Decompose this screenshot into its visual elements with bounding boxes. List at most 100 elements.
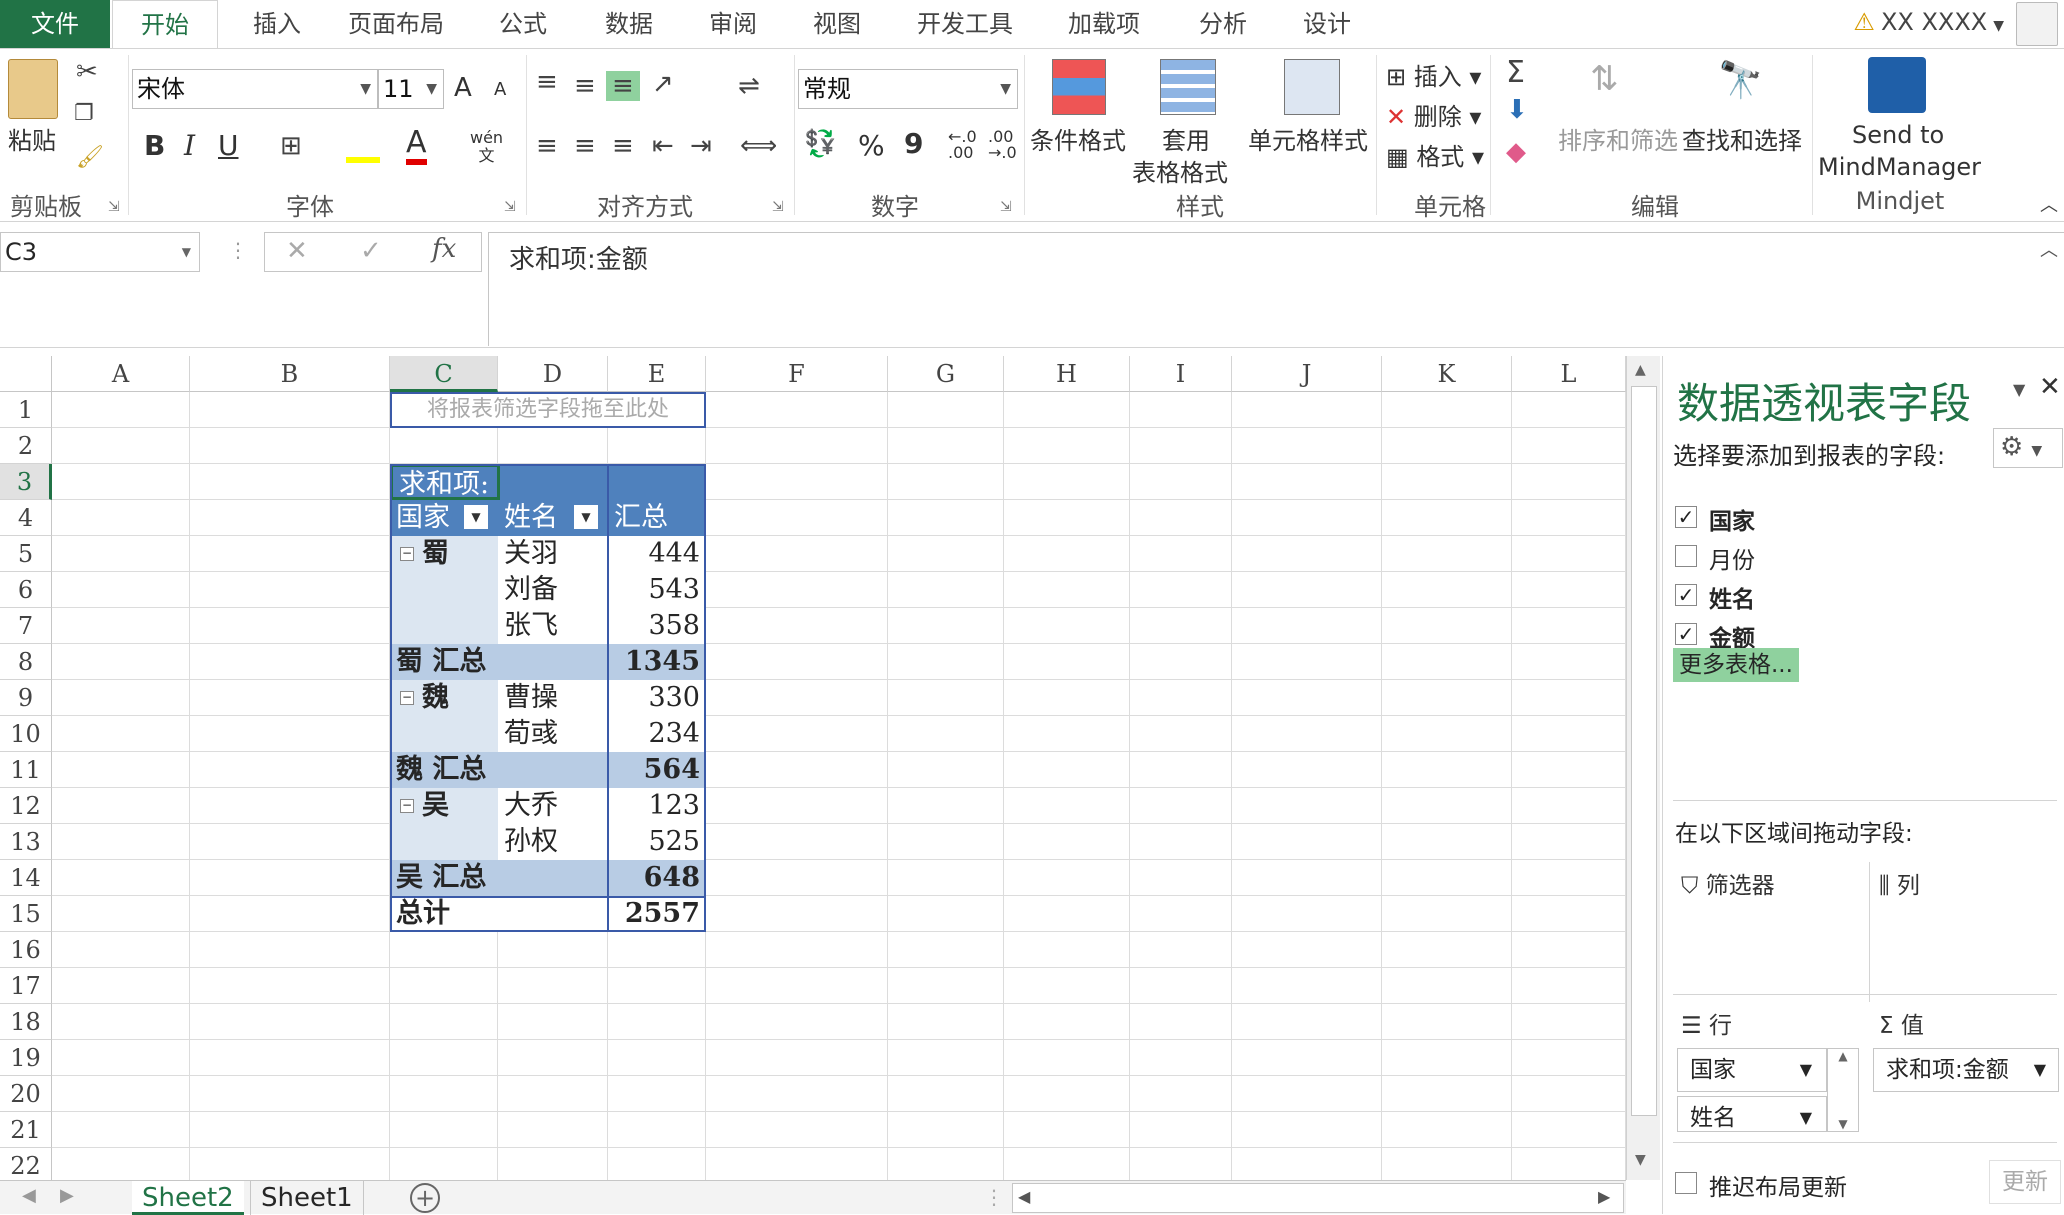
wrap-text-icon[interactable]: ⇌: [738, 71, 760, 101]
format-painter-icon[interactable]: 🖌: [76, 145, 104, 170]
percent-button[interactable]: %: [858, 129, 885, 162]
row-header-3[interactable]: 3: [0, 464, 52, 500]
collapse-ribbon-icon[interactable]: ︿: [2040, 191, 2058, 217]
row-header-9[interactable]: 9: [0, 680, 52, 716]
paste-icon[interactable]: [8, 59, 58, 119]
prev-sheet-icon[interactable]: ◀: [22, 1185, 36, 1206]
sort-filter-icon[interactable]: ⇅: [1590, 59, 1619, 99]
column-header-d[interactable]: D: [498, 356, 608, 392]
send-to-mindmanager-line1[interactable]: Send to: [1852, 121, 1944, 149]
tab-design[interactable]: 设计: [1282, 0, 1372, 48]
column-header-b[interactable]: B: [190, 356, 390, 392]
tab-developer[interactable]: 开发工具: [900, 0, 1030, 48]
rows-scrollbar[interactable]: ▲ ▼: [1827, 1048, 1859, 1132]
delete-cells-button[interactable]: ✕ 删除 ▾: [1386, 97, 1481, 132]
row-header-11[interactable]: 11: [0, 752, 52, 788]
cell-style-icon[interactable]: [1284, 59, 1340, 115]
cancel-icon[interactable]: ✕: [286, 236, 308, 266]
row-header-6[interactable]: 6: [0, 572, 52, 608]
font-color-icon[interactable]: A: [406, 127, 427, 165]
send-to-mindmanager-line2[interactable]: MindManager: [1818, 153, 1981, 181]
tab-analyze[interactable]: 分析: [1178, 0, 1268, 48]
sheet-tab-sheet1[interactable]: Sheet1: [250, 1181, 364, 1215]
phonetic-button[interactable]: wén 文: [470, 129, 503, 165]
column-header-l[interactable]: L: [1512, 356, 1626, 392]
row-header-20[interactable]: 20: [0, 1076, 52, 1112]
row-header-22[interactable]: 22: [0, 1148, 52, 1180]
field-checkbox[interactable]: ✓: [1675, 506, 1697, 528]
underline-button[interactable]: U: [218, 129, 239, 162]
field-label[interactable]: 国家: [1709, 502, 1755, 536]
enter-icon[interactable]: ✓: [360, 236, 382, 266]
align-bottom-icon[interactable]: ≡: [606, 71, 640, 101]
column-header-a[interactable]: A: [52, 356, 190, 392]
gear-icon[interactable]: ⚙ ▼: [1993, 428, 2063, 468]
next-sheet-icon[interactable]: ▶: [60, 1185, 74, 1206]
tab-formulas[interactable]: 公式: [478, 0, 568, 48]
defer-update-checkbox[interactable]: [1675, 1172, 1697, 1194]
more-tables-link[interactable]: 更多表格...: [1673, 648, 1799, 682]
row-field-name[interactable]: 姓名 ▼: [1677, 1096, 1827, 1132]
format-cells-button[interactable]: ▦ 格式 ▾: [1386, 137, 1484, 172]
number-format-select[interactable]: 常规 ▼: [798, 69, 1018, 109]
row-header-12[interactable]: 12: [0, 788, 52, 824]
sort-filter-button[interactable]: 排序和筛选: [1558, 121, 1678, 156]
row-header-10[interactable]: 10: [0, 716, 52, 752]
column-header-h[interactable]: H: [1004, 356, 1130, 392]
conditional-format-icon[interactable]: [1052, 59, 1106, 115]
column-header-g[interactable]: G: [888, 356, 1004, 392]
row-header-15[interactable]: 15: [0, 896, 52, 932]
insert-cells-button[interactable]: ⊞ 插入 ▾: [1386, 57, 1481, 92]
tab-file[interactable]: 文件: [0, 0, 110, 48]
font-name-select[interactable]: 宋体 ▼: [132, 69, 378, 109]
pane-options-icon[interactable]: ▼: [2013, 380, 2025, 399]
insert-function-icon[interactable]: fx: [432, 234, 456, 264]
font-grow-button[interactable]: A: [454, 73, 472, 103]
user-account[interactable]: ⚠ XX XXXX ▼: [1853, 8, 2004, 36]
italic-button[interactable]: I: [184, 129, 195, 162]
increase-indent-icon[interactable]: ⇥: [690, 131, 712, 161]
font-size-select[interactable]: 11 ▼: [378, 69, 444, 109]
autosum-icon[interactable]: Σ: [1506, 55, 1525, 90]
collapse-formula-icon[interactable]: ︿: [2040, 236, 2058, 262]
column-header-j[interactable]: J: [1232, 356, 1382, 392]
align-middle-icon[interactable]: ≡: [574, 71, 596, 101]
find-binoculars-icon[interactable]: 🔭: [1718, 59, 1763, 101]
field-checkbox[interactable]: ✓: [1675, 584, 1697, 606]
row-header-1[interactable]: 1: [0, 392, 52, 428]
fill-icon[interactable]: ⬇: [1506, 95, 1528, 125]
row-header-13[interactable]: 13: [0, 824, 52, 860]
cut-icon[interactable]: ✂: [76, 57, 98, 87]
table-format-button-line2[interactable]: 表格格式: [1132, 153, 1228, 188]
tab-insert[interactable]: 插入: [232, 0, 322, 48]
row-header-18[interactable]: 18: [0, 1004, 52, 1040]
decrease-indent-icon[interactable]: ⇤: [652, 131, 674, 161]
close-icon[interactable]: ✕: [2039, 372, 2061, 402]
vertical-scrollbar[interactable]: ▲ ▼: [1626, 356, 1660, 1180]
field-label[interactable]: 月份: [1709, 541, 1755, 575]
find-select-button[interactable]: 查找和选择: [1682, 121, 1802, 156]
mindmanager-icon[interactable]: [1868, 57, 1926, 113]
align-top-icon[interactable]: ≡: [536, 67, 558, 97]
scroll-up-icon[interactable]: ▲: [1635, 362, 1646, 378]
tab-page-layout[interactable]: 页面布局: [334, 0, 458, 48]
row-header-16[interactable]: 16: [0, 932, 52, 968]
dialog-launcher-icon[interactable]: ⇲: [108, 199, 120, 215]
column-header-f[interactable]: F: [706, 356, 888, 392]
row-header-8[interactable]: 8: [0, 644, 52, 680]
row-header-5[interactable]: 5: [0, 536, 52, 572]
select-all-corner[interactable]: [0, 356, 52, 392]
comma-button[interactable]: 9: [904, 127, 923, 160]
value-field-amount[interactable]: 求和项:金额 ▼: [1873, 1048, 2059, 1092]
clear-icon[interactable]: ◆: [1506, 137, 1526, 167]
row-header-21[interactable]: 21: [0, 1112, 52, 1148]
avatar[interactable]: [2016, 2, 2058, 46]
row-field-country[interactable]: 国家 ▼: [1677, 1048, 1827, 1092]
cell-style-button[interactable]: 单元格样式: [1248, 121, 1368, 156]
bold-button[interactable]: B: [144, 129, 165, 162]
dialog-launcher-icon[interactable]: ⇲: [772, 199, 784, 215]
tab-addins[interactable]: 加载项: [1044, 0, 1164, 48]
currency-icon[interactable]: 💱: [804, 129, 836, 159]
formula-input[interactable]: 求和项:金额: [488, 232, 2064, 346]
update-button[interactable]: 更新: [1989, 1160, 2061, 1204]
